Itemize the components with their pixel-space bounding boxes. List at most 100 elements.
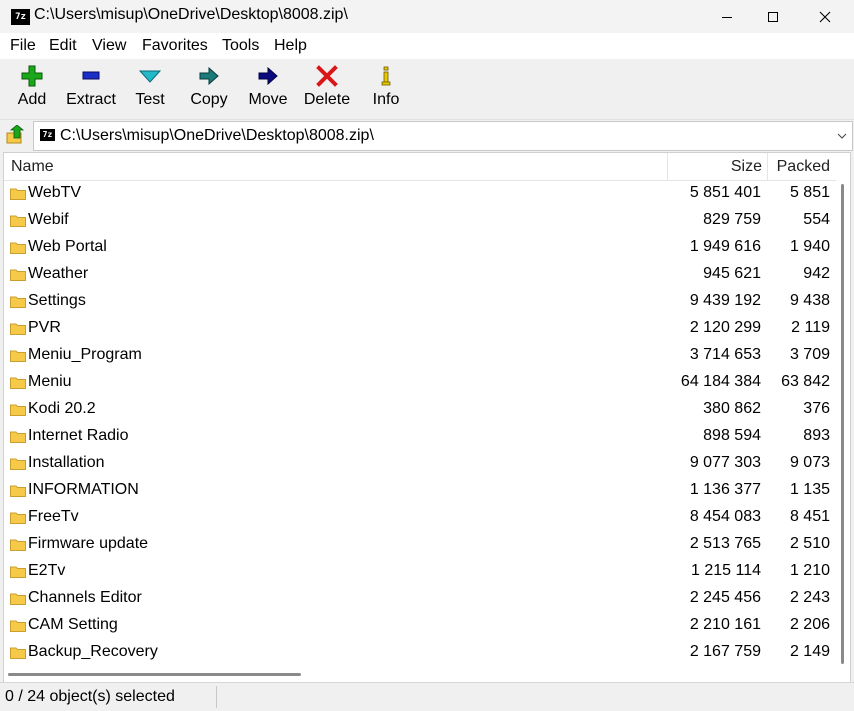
file-size: 9 439 192 xyxy=(689,292,761,309)
file-packed-size: 9 438 xyxy=(789,292,830,309)
file-name: Kodi 20.2 xyxy=(28,400,96,417)
file-size: 9 077 303 xyxy=(689,454,761,471)
maximize-icon xyxy=(768,11,778,22)
folder-up-icon xyxy=(6,124,25,144)
copy-button[interactable]: Copy xyxy=(186,59,232,117)
menu-favorites[interactable]: Favorites xyxy=(142,37,208,55)
file-packed-size: 1 135 xyxy=(789,481,830,498)
file-packed-size: 554 xyxy=(803,211,830,228)
table-row[interactable]: Weather 945 621 942 xyxy=(4,261,839,288)
file-packed-size: 2 243 xyxy=(789,589,830,606)
file-size: 2 120 299 xyxy=(689,319,761,336)
up-folder-button[interactable] xyxy=(6,124,26,145)
menu-view[interactable]: View xyxy=(92,37,126,55)
file-packed-size: 2 510 xyxy=(789,535,830,552)
list-header: Name Size Packed xyxy=(4,153,850,181)
table-row[interactable]: Settings 9 439 192 9 438 xyxy=(4,288,839,315)
table-row[interactable]: CAM Setting 2 210 161 2 206 xyxy=(4,612,839,639)
move-button[interactable]: Move xyxy=(245,59,291,117)
table-row[interactable]: Webif 829 759 554 xyxy=(4,207,839,234)
file-name: PVR xyxy=(28,319,61,336)
table-row[interactable]: Internet Radio 898 594 893 xyxy=(4,423,839,450)
folder-icon xyxy=(10,512,26,524)
table-row[interactable]: Installation 9 077 303 9 073 xyxy=(4,450,839,477)
file-packed-size: 942 xyxy=(803,265,830,282)
folder-icon xyxy=(10,620,26,632)
address-bar: 7z C:\Users\misup\OneDrive\Desktop\8008.… xyxy=(0,120,854,151)
delete-button[interactable]: Delete xyxy=(300,59,354,117)
info-button[interactable]: Info xyxy=(369,59,403,117)
file-name: WebTV xyxy=(28,184,82,201)
file-packed-size: 2 119 xyxy=(791,319,830,336)
file-name: FreeTv xyxy=(28,508,79,525)
info-icon xyxy=(381,66,391,86)
add-button[interactable]: Add xyxy=(11,59,53,117)
menu-help[interactable]: Help xyxy=(274,37,307,55)
horizontal-scrollbar[interactable] xyxy=(4,668,850,682)
folder-icon xyxy=(10,431,26,443)
file-size: 945 621 xyxy=(703,265,761,282)
column-header-size[interactable]: Size xyxy=(731,158,762,176)
info-label: Info xyxy=(372,91,400,108)
column-header-name[interactable]: Name xyxy=(11,158,54,176)
menu-edit[interactable]: Edit xyxy=(49,37,77,55)
test-label: Test xyxy=(135,91,165,108)
column-divider[interactable] xyxy=(767,153,768,180)
test-button[interactable]: Test xyxy=(130,59,170,117)
close-button[interactable] xyxy=(802,0,848,33)
folder-icon xyxy=(10,350,26,362)
toolbar: Add Extract Test Copy Move Delete Info xyxy=(0,59,854,120)
table-row[interactable]: FreeTv 8 454 083 8 451 xyxy=(4,504,839,531)
table-row[interactable]: Meniu_Program 3 714 653 3 709 xyxy=(4,342,839,369)
file-name: Firmware update xyxy=(28,535,149,552)
file-size: 1 949 616 xyxy=(689,238,761,255)
folder-icon xyxy=(10,242,26,254)
add-icon xyxy=(21,65,43,87)
table-row[interactable]: Channels Editor 2 245 456 2 243 xyxy=(4,585,839,612)
selection-status: 0 / 24 object(s) selected xyxy=(5,688,175,705)
extract-button[interactable]: Extract xyxy=(62,59,120,117)
menu-bar: File Edit View Favorites Tools Help xyxy=(0,33,854,59)
table-row[interactable]: Firmware update 2 513 765 2 510 xyxy=(4,531,839,558)
file-packed-size: 2 149 xyxy=(789,643,830,660)
minimize-icon xyxy=(722,16,732,18)
file-name: Web Portal xyxy=(28,238,107,255)
test-checkmark-icon xyxy=(139,70,161,83)
file-size: 1 215 114 xyxy=(691,562,761,579)
vertical-scrollbar[interactable] xyxy=(836,180,850,668)
file-name: Backup_Recovery xyxy=(28,643,158,660)
extract-label: Extract xyxy=(66,91,116,108)
file-packed-size: 8 451 xyxy=(789,508,830,525)
minimize-button[interactable] xyxy=(704,0,750,33)
column-divider[interactable] xyxy=(667,153,668,180)
folder-icon xyxy=(10,188,26,200)
column-header-packed[interactable]: Packed xyxy=(777,158,830,176)
table-row[interactable]: PVR 2 120 299 2 119 xyxy=(4,315,839,342)
move-arrow-icon xyxy=(258,66,278,86)
table-row[interactable]: E2Tv 1 215 114 1 210 xyxy=(4,558,839,585)
table-row[interactable]: WebTV 5 851 401 5 851 xyxy=(4,180,839,207)
file-size: 2 167 759 xyxy=(689,643,761,660)
folder-icon xyxy=(10,593,26,605)
maximize-button[interactable] xyxy=(750,0,796,33)
extract-icon xyxy=(82,71,100,80)
menu-tools[interactable]: Tools xyxy=(222,37,259,55)
vertical-scrollbar-thumb[interactable] xyxy=(841,184,844,664)
table-row[interactable]: Web Portal 1 949 616 1 940 xyxy=(4,234,839,261)
file-name: Meniu_Program xyxy=(28,346,142,363)
table-row[interactable]: INFORMATION 1 136 377 1 135 xyxy=(4,477,839,504)
address-input[interactable]: 7z C:\Users\misup\OneDrive\Desktop\8008.… xyxy=(33,121,853,151)
table-row[interactable]: Meniu 64 184 384 63 842 xyxy=(4,369,839,396)
chevron-down-icon[interactable] xyxy=(836,131,848,141)
file-name: INFORMATION xyxy=(28,481,139,498)
folder-icon xyxy=(10,269,26,281)
table-row[interactable]: Kodi 20.2 380 862 376 xyxy=(4,396,839,423)
delete-x-icon xyxy=(316,65,338,87)
menu-file[interactable]: File xyxy=(10,37,36,55)
table-row[interactable]: Backup_Recovery 2 167 759 2 149 xyxy=(4,639,839,666)
file-size: 8 454 083 xyxy=(689,508,761,525)
horizontal-scrollbar-thumb[interactable] xyxy=(8,673,301,676)
file-name: Webif xyxy=(28,211,69,228)
delete-label: Delete xyxy=(303,91,351,108)
file-list[interactable]: Name Size Packed WebTV 5 851 401 5 851 Webi… xyxy=(3,152,851,683)
